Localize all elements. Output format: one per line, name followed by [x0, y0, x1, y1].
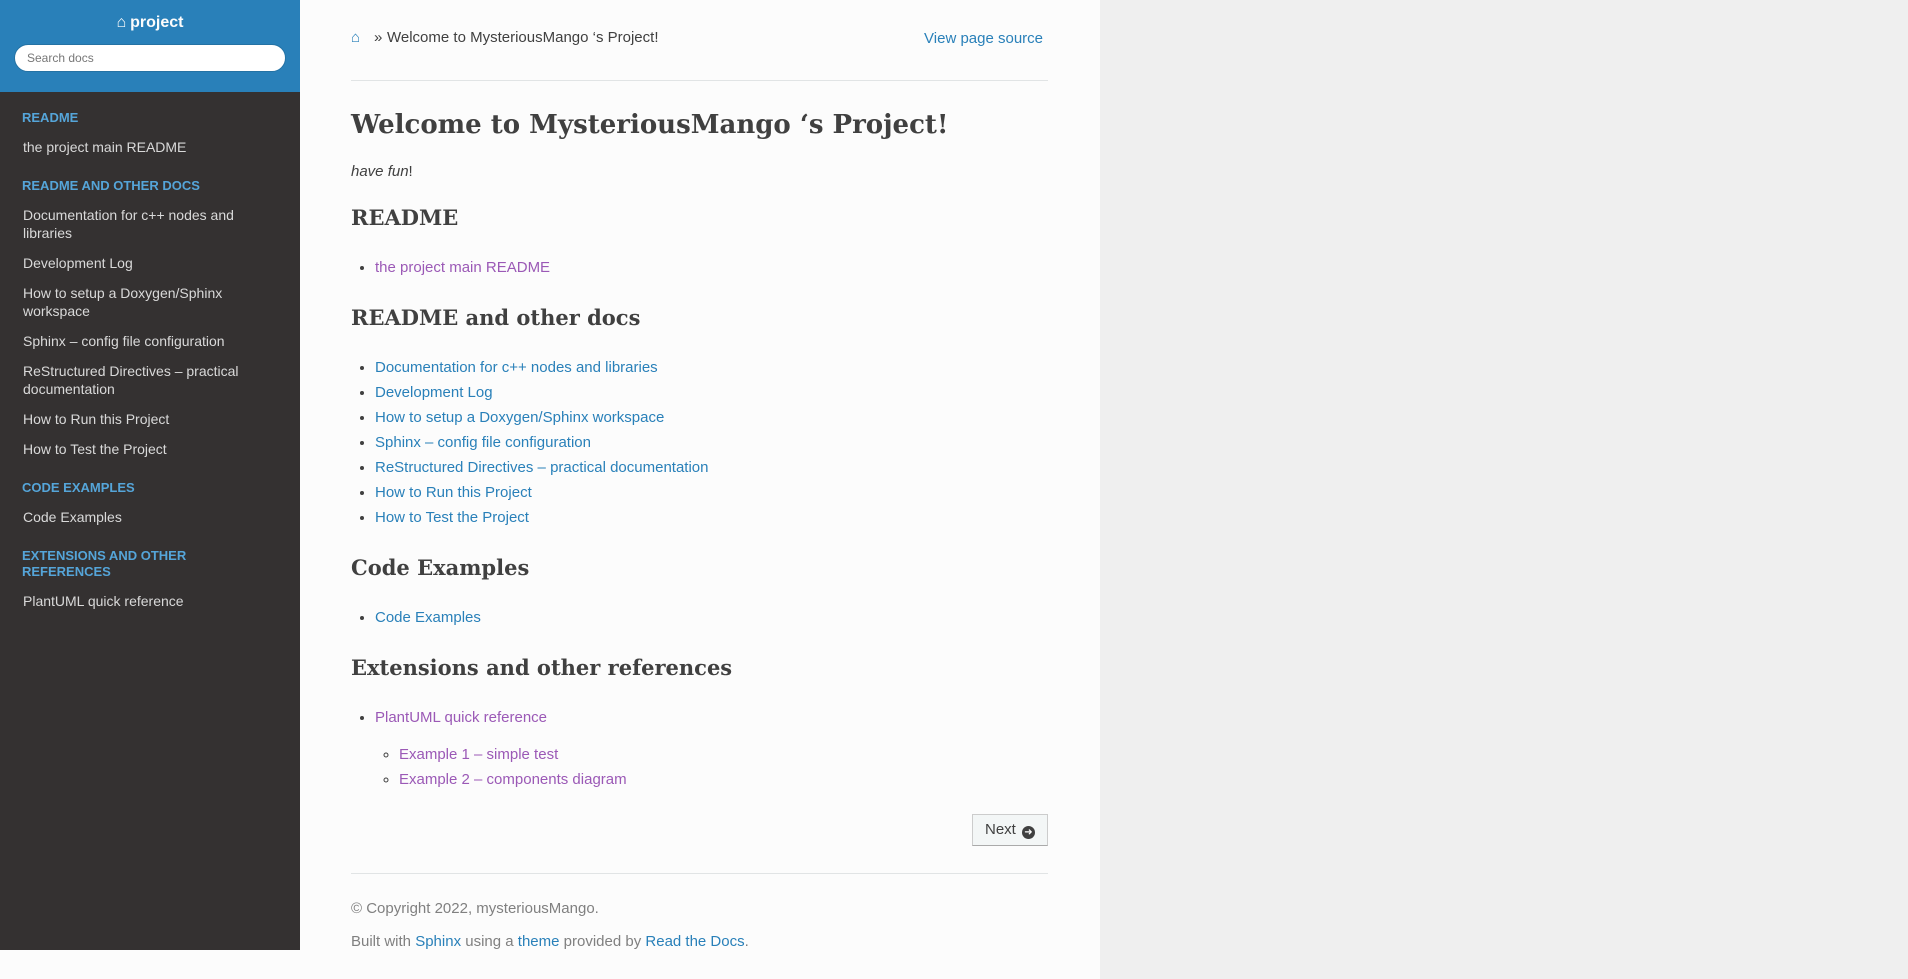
nav-group-extensions: Extensions and other references PlantUML… — [0, 548, 300, 610]
list-item: Development Log — [375, 380, 1048, 405]
extensions-link-list: PlantUML quick reference Example 1 – sim… — [351, 705, 1048, 792]
link-sphinx-config[interactable]: Sphinx – config file configuration — [375, 434, 591, 451]
link-dev-log[interactable]: Development Log — [375, 384, 493, 401]
sidebar: ⌂project README the project main README … — [0, 0, 300, 950]
link-example-2[interactable]: Example 2 – components diagram — [399, 771, 627, 788]
built-with-text: Built with Sphinx using a theme provided… — [351, 933, 749, 950]
link-example-1[interactable]: Example 1 – simple test — [399, 746, 558, 763]
breadcrumb-current: Welcome to MysteriousMango ‘s Project! — [387, 29, 659, 46]
nav-caption: Code Examples — [22, 480, 135, 495]
page-title: Welcome to MysteriousMango ‘s Project! — [351, 110, 949, 140]
sidebar-item-test-project[interactable]: How to Test the Project — [0, 440, 300, 458]
list-item: Example 2 – components diagram — [399, 767, 1048, 792]
plantuml-sublist: Example 1 – simple test Example 2 – comp… — [375, 742, 1048, 792]
tagline: have fun! — [351, 163, 1048, 180]
nav-group-readme-other-docs: README and other docs Documentation for … — [0, 178, 300, 458]
sidebar-item-plantuml[interactable]: PlantUML quick reference — [0, 592, 300, 610]
breadcrumb-separator: » — [374, 29, 383, 46]
built-using: using a — [461, 933, 518, 950]
list-item: PlantUML quick reference Example 1 – sim… — [375, 705, 1048, 792]
section-heading-extensions: Extensions and other references — [351, 655, 733, 680]
built-period: . — [744, 933, 749, 950]
code-examples-link-list: Code Examples — [351, 605, 1048, 630]
main-content: ⌂ » Welcome to MysteriousMango ‘s Projec… — [351, 0, 1048, 950]
list-item: Code Examples — [375, 605, 1048, 630]
link-project-readme[interactable]: the project main README — [375, 259, 550, 276]
list-item: the project main README — [375, 255, 1048, 280]
sidebar-item-run-project[interactable]: How to Run this Project — [0, 410, 300, 428]
sidebar-item-sphinx-config[interactable]: Sphinx – config file configuration — [0, 332, 300, 350]
project-home-link[interactable]: ⌂ project — [116, 14, 183, 32]
link-doxygen-setup[interactable]: How to setup a Doxygen/Sphinx workspace — [375, 409, 664, 426]
sidebar-item-cpp-docs[interactable]: Documentation for c++ nodes and librarie… — [0, 206, 300, 242]
list-item: How to setup a Doxygen/Sphinx workspace — [375, 405, 1048, 430]
project-name: project — [130, 14, 184, 31]
sidebar-item-rst-directives[interactable]: ReStructured Directives – practical docu… — [0, 362, 300, 398]
link-code-examples[interactable]: Code Examples — [375, 609, 481, 626]
footer-divider — [351, 873, 1048, 874]
sphinx-link[interactable]: Sphinx — [415, 933, 461, 950]
tagline-end: ! — [408, 163, 413, 180]
right-gutter — [1100, 0, 1908, 979]
next-label: Next — [984, 821, 1016, 838]
sidebar-item-project-readme[interactable]: the project main README — [0, 138, 300, 156]
breadcrumb: ⌂ » Welcome to MysteriousMango ‘s Projec… — [351, 0, 1048, 81]
list-item: ReStructured Directives – practical docu… — [375, 455, 1048, 480]
sidebar-nav: README the project main README README an… — [0, 92, 300, 610]
link-plantuml[interactable]: PlantUML quick reference — [375, 709, 547, 726]
nav-group-code-examples: Code Examples Code Examples — [0, 480, 300, 526]
tagline-italic: have fun — [351, 163, 409, 180]
sidebar-item-code-examples[interactable]: Code Examples — [0, 508, 300, 526]
copyright-text: © Copyright 2022, mysteriousMango. — [351, 900, 599, 917]
section-heading-readme: README — [351, 205, 459, 230]
link-rst-directives[interactable]: ReStructured Directives – practical docu… — [375, 459, 709, 476]
search-input[interactable] — [14, 44, 286, 72]
home-icon: ⌂ — [116, 14, 127, 31]
nav-caption: README — [22, 110, 79, 125]
docs-link-list: Documentation for c++ nodes and librarie… — [351, 355, 1048, 530]
next-button[interactable]: Next ➜ — [971, 814, 1048, 846]
list-item: Documentation for c++ nodes and librarie… — [375, 355, 1048, 380]
view-page-source-link[interactable]: View page source — [924, 30, 1043, 47]
sidebar-item-doxygen-setup[interactable]: How to setup a Doxygen/Sphinx workspace — [0, 284, 300, 320]
link-test-project[interactable]: How to Test the Project — [375, 509, 529, 526]
list-item: Example 1 – simple test — [399, 742, 1048, 767]
list-item: Sphinx – config file configuration — [375, 430, 1048, 455]
section-heading-code-examples: Code Examples — [351, 555, 530, 580]
sidebar-item-dev-log[interactable]: Development Log — [0, 254, 300, 272]
link-cpp-docs[interactable]: Documentation for c++ nodes and librarie… — [375, 359, 658, 376]
nav-caption: README and other docs — [22, 178, 200, 193]
home-icon[interactable]: ⌂ — [351, 29, 360, 46]
arrow-right-circle-icon: ➜ — [1022, 826, 1035, 839]
readme-link-list: the project main README — [351, 255, 1048, 280]
list-item: How to Test the Project — [375, 505, 1048, 530]
read-the-docs-link[interactable]: Read the Docs — [645, 933, 744, 950]
nav-group-readme: README the project main README — [0, 110, 300, 156]
link-run-project[interactable]: How to Run this Project — [375, 484, 532, 501]
theme-link[interactable]: theme — [518, 933, 560, 950]
list-item: How to Run this Project — [375, 480, 1048, 505]
sidebar-header: ⌂ project — [0, 0, 300, 92]
built-prefix: Built with — [351, 933, 416, 950]
section-heading-readme-other-docs: README and other docs — [351, 305, 641, 330]
built-provided: provided by — [559, 933, 646, 950]
nav-caption: Extensions and other references — [22, 548, 187, 579]
